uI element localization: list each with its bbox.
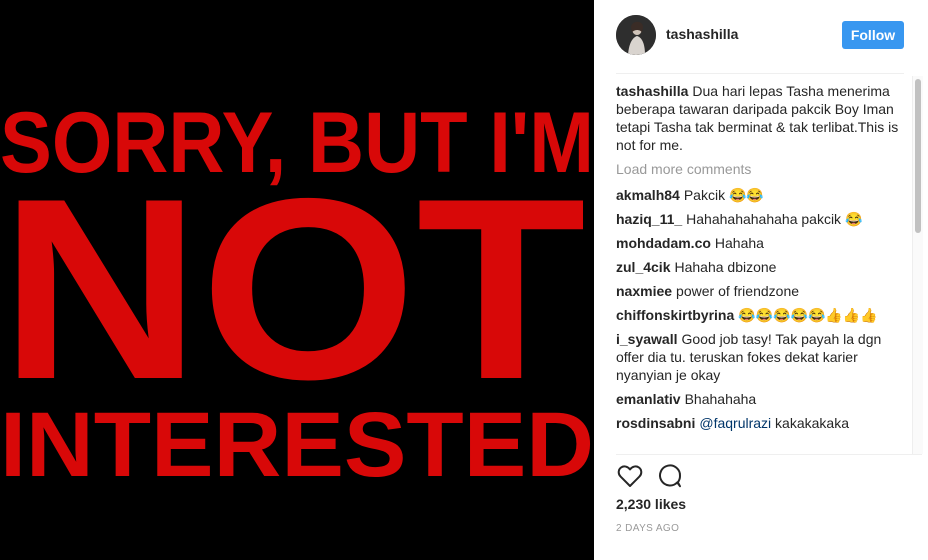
comment-item: chiffonskirtbyrina 😂😂😂😂😂👍👍👍 (616, 306, 906, 324)
comment-text: power of friendzone (676, 283, 800, 299)
likes-count[interactable]: 2,230 likes (616, 496, 686, 512)
avatar[interactable] (616, 15, 656, 55)
comment-username[interactable]: akmalh84 (616, 187, 680, 203)
comment-text: Hahahahahahaha pakcik 😂 (686, 211, 863, 227)
comment-text: Pakcik 😂😂 (683, 187, 764, 203)
comment-item: zul_4cik Hahaha dbizone (616, 258, 906, 276)
comment-list[interactable]: tashashilla Dua hari lepas Tasha menerima… (616, 82, 906, 454)
caption-username[interactable]: tashashilla (616, 83, 688, 99)
comment-username[interactable]: rosdinsabni (616, 415, 695, 431)
comment-username[interactable]: emanlativ (616, 391, 681, 407)
image-line-3: INTERESTED (0, 394, 594, 496)
comments-scrollbar[interactable] (912, 76, 923, 454)
load-more-comments-link[interactable]: Load more comments (616, 160, 906, 178)
comment-username[interactable]: haziq_11_ (616, 211, 682, 227)
comment-username[interactable]: chiffonskirtbyrina (616, 307, 734, 323)
post-header: tashashilla Follow (594, 0, 928, 72)
comment-username[interactable]: mohdadam.co (616, 235, 711, 251)
comment-text: Bhahahaha (684, 391, 757, 407)
avatar-photo-icon (616, 15, 656, 55)
comment-text: Hahaha (714, 235, 764, 251)
scrollbar-thumb[interactable] (915, 79, 921, 233)
post-image[interactable]: SORRY, BUT I'M NOT INTERESTED (0, 0, 594, 560)
comment-item: i_syawall Good job tasy! Tak payah la dgn… (616, 330, 906, 384)
comment-text: kakakakaka (775, 415, 849, 431)
heart-icon[interactable] (616, 462, 644, 490)
caption: tashashilla Dua hari lepas Tasha menerima… (616, 82, 906, 154)
post-timestamp[interactable]: 2 DAYS AGO (616, 523, 679, 534)
actions-divider (616, 454, 922, 455)
post-username[interactable]: tashashilla (666, 26, 738, 42)
comment-item: naxmiee power of friendzone (616, 282, 906, 300)
comment-text: Hahaha dbizone (674, 259, 777, 275)
comment-bubble-icon[interactable] (656, 462, 684, 490)
follow-button[interactable]: Follow (842, 21, 904, 49)
comment-username[interactable]: zul_4cik (616, 259, 670, 275)
comment-item: mohdadam.co Hahaha (616, 234, 906, 252)
post-sidebar: tashashilla Follow tashashilla Dua hari l… (594, 0, 928, 560)
comment-item: emanlativ Bhahahaha (616, 390, 906, 408)
post-image-graphic: SORRY, BUT I'M NOT INTERESTED (0, 0, 594, 560)
image-line-2: NOT (0, 144, 586, 433)
comment-username[interactable]: i_syawall (616, 331, 678, 347)
header-divider (616, 73, 904, 74)
comment-mention[interactable]: @faqrulrazi (699, 415, 771, 431)
comment-text: 😂😂😂😂😂👍👍👍 (738, 307, 878, 323)
comment-item: akmalh84 Pakcik 😂😂 (616, 186, 906, 204)
comment-item: rosdinsabni @faqrulrazi kakakakaka (616, 414, 906, 432)
comment-item: haziq_11_ Hahahahahahaha pakcik 😂 (616, 210, 906, 228)
comment-username[interactable]: naxmiee (616, 283, 672, 299)
